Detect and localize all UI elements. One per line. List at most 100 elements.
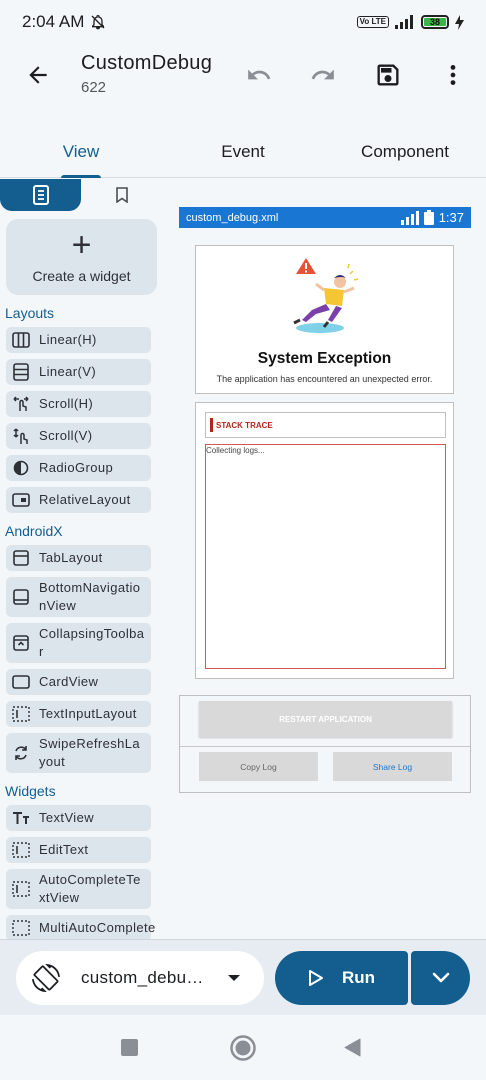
widget-relativelayout[interactable]: RelativeLayout (6, 487, 151, 513)
home-circle-icon (230, 1035, 256, 1061)
battery-level: 38 (424, 18, 446, 27)
undo-button[interactable] (243, 59, 275, 91)
app-toolbar (0, 44, 486, 110)
tab-view[interactable]: View (0, 126, 162, 178)
widget-bottomnavigationview[interactable]: BottomNavigationView (6, 577, 151, 617)
widget-label: TextView (39, 810, 94, 825)
widget-label: TextInputLayout (39, 706, 137, 721)
more-vert-icon (450, 65, 456, 85)
widget-textinputlayout[interactable]: TextInputLayout (6, 701, 151, 727)
rows-icon (12, 363, 30, 381)
save-button[interactable] (372, 59, 404, 91)
text-input-icon (12, 705, 30, 723)
text-size-icon (12, 809, 30, 827)
collapsing-toolbar-icon (12, 634, 30, 652)
exception-card[interactable]: System Exception The application has enc… (195, 245, 454, 394)
status-time: 2:04 AM (22, 12, 85, 31)
triangle-back-icon (344, 1038, 361, 1057)
run-options-button[interactable] (411, 951, 470, 1005)
widget-collapsingtoolbar[interactable]: CollapsingToolbar (6, 623, 151, 663)
bottom-action-bar: custom_debu… Run (0, 939, 486, 1015)
widget-label: BottomNavigationView (39, 580, 141, 613)
palette-tab-bookmarks[interactable] (81, 179, 163, 211)
swipe-horizontal-icon (12, 395, 30, 413)
widget-radiogroup[interactable]: RadioGroup (6, 455, 151, 481)
widget-label: AutoCompleteTextView (39, 872, 141, 905)
widget-tablayout[interactable]: TabLayout (6, 545, 151, 571)
widget-autocompletetextview[interactable]: AutoCompleteTextView (6, 869, 151, 909)
columns-icon (12, 331, 30, 349)
widget-label: TabLayout (39, 550, 103, 565)
widget-scroll-v[interactable]: Scroll(V) (6, 423, 151, 449)
swipe-vertical-icon (12, 427, 30, 445)
action-panel: RESTART APPLICATION Copy Log Share Log (179, 695, 471, 793)
tab-component[interactable]: Component (324, 126, 486, 177)
back-button[interactable] (22, 59, 54, 91)
create-widget-button[interactable]: + Create a widget (6, 219, 157, 295)
run-button[interactable]: Run (275, 951, 408, 1005)
stack-trace-header: STACK TRACE (205, 412, 446, 438)
radio-group-icon (12, 459, 30, 477)
dropdown-arrow-icon (226, 971, 242, 985)
share-log-button[interactable]: Share Log (333, 752, 452, 781)
redo-button[interactable] (307, 59, 339, 91)
section-widgets-title: Widgets (5, 783, 56, 799)
bottom-nav-icon (12, 588, 30, 606)
undo-icon (248, 69, 271, 80)
battery-icon: 38 (421, 15, 449, 29)
exception-message: The application has encountered an unexp… (216, 374, 433, 384)
system-nav-bar (0, 1015, 486, 1080)
charging-icon (455, 14, 464, 30)
palette-tabs (0, 179, 163, 211)
widget-swiperefreshlayout[interactable]: SwipeRefreshLayout (6, 733, 151, 773)
overflow-menu-button[interactable] (437, 59, 469, 91)
stack-trace-card[interactable]: STACK TRACE Collecting logs... (195, 402, 454, 679)
widget-label: RelativeLayout (39, 492, 131, 507)
project-title: CustomDebug (81, 52, 213, 74)
recents-button[interactable] (121, 1039, 138, 1061)
section-layouts-title: Layouts (5, 305, 55, 321)
multi-autocomplete-icon (12, 919, 30, 937)
widgets-tab-icon (32, 185, 49, 205)
square-icon (121, 1039, 138, 1056)
preview-battery-icon (423, 210, 434, 225)
status-bar: 2:04 AM Vo LTE 38 (0, 0, 486, 44)
restart-application-button[interactable]: RESTART APPLICATION (199, 701, 452, 737)
widget-label: SwipeRefreshLayout (39, 736, 140, 769)
widget-cardview[interactable]: CardView (6, 669, 151, 695)
play-icon (308, 970, 323, 986)
redo-icon (311, 69, 334, 80)
preview-signal-icon (400, 210, 419, 225)
layout-file-name: custom_debu… (81, 968, 204, 987)
autocomplete-icon (12, 880, 30, 898)
widget-label: EditText (39, 842, 89, 857)
widget-linear-h[interactable]: Linear(H) (6, 327, 151, 353)
widget-scroll-h[interactable]: Scroll(H) (6, 391, 151, 417)
relative-layout-icon (12, 491, 30, 509)
copy-log-button[interactable]: Copy Log (199, 752, 318, 781)
widget-linear-v[interactable]: Linear(V) (6, 359, 151, 385)
run-label: Run (341, 968, 376, 987)
widget-edittext[interactable]: EditText (6, 837, 151, 863)
widget-label: CardView (39, 674, 99, 689)
create-widget-label: Create a widget (32, 268, 131, 284)
edit-text-icon (12, 841, 30, 859)
signal-icon (395, 15, 415, 29)
layout-file-selector[interactable]: custom_debu… (16, 951, 264, 1005)
bell-off-icon (90, 14, 106, 30)
screen-rotation-icon (32, 964, 60, 992)
layout-preview[interactable]: custom_debug.xml 1:37 System Exception T… (179, 207, 471, 797)
editor-tabs: View Event Component (0, 126, 486, 178)
tab-event[interactable]: Event (162, 126, 324, 177)
palette-tab-widgets[interactable] (0, 179, 81, 211)
widget-label: MultiAutoComplete (39, 920, 156, 935)
log-text-area[interactable]: Collecting logs... (205, 444, 446, 669)
volte-badge: Vo LTE (356, 16, 389, 28)
nav-back-button[interactable] (344, 1038, 361, 1062)
divider (180, 746, 470, 747)
home-button[interactable] (230, 1035, 256, 1066)
widget-label: CollapsingToolbar (39, 626, 145, 659)
widget-multiautocomplete[interactable]: MultiAutoComplete (6, 915, 155, 939)
widget-label: Linear(V) (39, 364, 97, 379)
widget-textview[interactable]: TextView (6, 805, 151, 831)
